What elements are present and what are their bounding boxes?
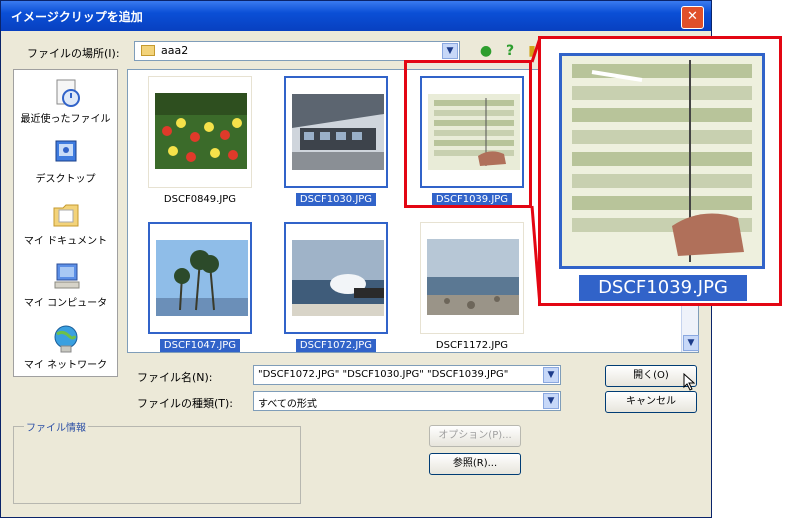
highlight-frame xyxy=(404,60,532,208)
zoom-thumbnail xyxy=(559,53,765,269)
mouse-cursor-icon xyxy=(683,373,696,391)
zoom-file-name: DSCF1039.JPG xyxy=(579,275,747,301)
zoom-callout: DSCF1039.JPG xyxy=(538,36,782,306)
zoom-timetable-image xyxy=(562,56,762,266)
